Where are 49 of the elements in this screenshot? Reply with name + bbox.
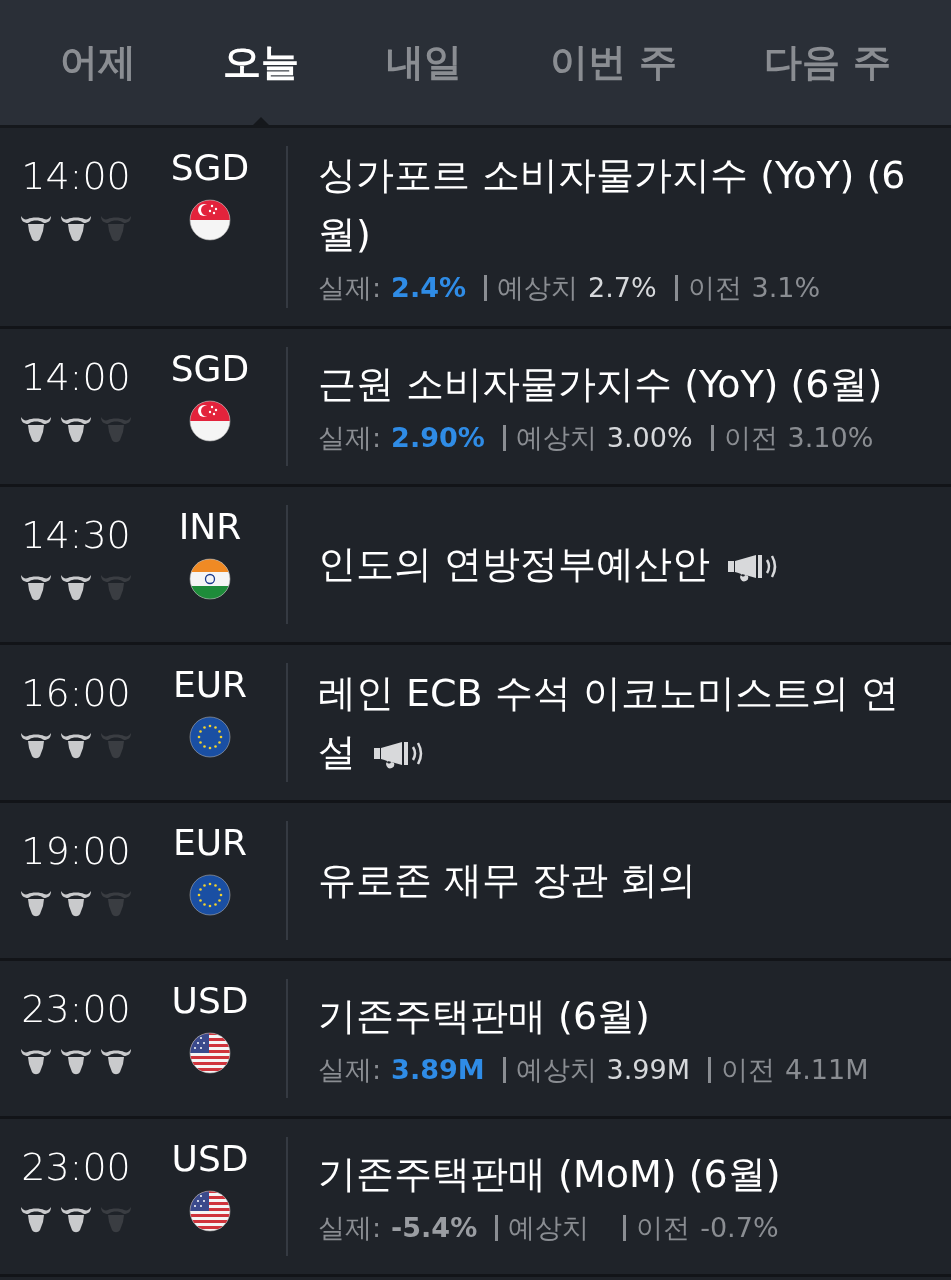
forecast-label: 예상치: [515, 420, 597, 455]
actual-label: 실제:: [318, 1052, 382, 1087]
actual-value: 2.4%: [391, 270, 466, 305]
currency-code: USD: [171, 979, 249, 1023]
previous-value: -0.7%: [700, 1210, 779, 1245]
currency-code: EUR: [172, 663, 248, 707]
forecast-value: 3.99M: [606, 1052, 691, 1087]
event-time: 23:00: [21, 987, 131, 1033]
actual-value: 2.90%: [391, 420, 485, 455]
event-title: 인도의 연방정부예산안: [318, 542, 711, 587]
event-title: 유로존 재무 장관 회의: [318, 858, 697, 903]
previous-label: 이전: [636, 1210, 691, 1245]
previous-label: 이전: [723, 420, 778, 455]
tab[interactable]: 내일: [386, 0, 463, 125]
forecast-label: 예상치: [497, 270, 578, 305]
currency-code: INR: [178, 505, 242, 549]
previous-value: 3.10%: [787, 420, 874, 455]
event-title: 기존주택판매 (6월): [318, 994, 650, 1039]
currency-code: SGD: [170, 347, 250, 391]
actual-label: 실제:: [318, 270, 382, 305]
forecast-value: 3.00%: [606, 420, 693, 455]
actual-label: 실제:: [318, 1210, 382, 1245]
event-title: 근원 소비자물가지수 (YoY) (6월): [318, 362, 883, 407]
event-time: 14:00: [21, 154, 131, 200]
currency-code: SGD: [170, 146, 250, 190]
forecast-label: 예상치: [515, 1052, 597, 1087]
event-title: 싱가포르 소비자물가지수 (YoY) (6월): [318, 153, 906, 256]
forecast-value: 2.7%: [588, 270, 657, 305]
actual-label: 실제:: [318, 420, 382, 455]
event-time: 23:00: [21, 1145, 131, 1191]
actual-value: 3.89M: [391, 1052, 485, 1087]
event-title: 기존주택판매 (MoM) (6월): [318, 1152, 781, 1197]
tab[interactable]: 어제: [59, 0, 136, 125]
forecast-label: 예상치: [508, 1210, 590, 1245]
previous-value: 4.11M: [785, 1052, 869, 1087]
previous-label: 이전: [721, 1052, 776, 1087]
event-time: 14:30: [21, 513, 131, 559]
currency-code: USD: [171, 1137, 249, 1181]
event-time: 19:00: [21, 829, 131, 875]
tab[interactable]: 이번 주: [549, 0, 677, 125]
currency-code: EUR: [172, 821, 248, 865]
previous-value: 3.1%: [751, 270, 821, 305]
actual-value: -5.4%: [391, 1210, 478, 1245]
event-time: 16:00: [21, 671, 131, 717]
event-time: 14:00: [21, 355, 131, 401]
previous-label: 이전: [687, 270, 742, 305]
tab[interactable]: 다음 주: [764, 0, 892, 125]
event-title: 레인 ECB 수석 이코노미스트의 연설: [318, 670, 899, 774]
tab[interactable]: 오늘: [222, 0, 299, 125]
